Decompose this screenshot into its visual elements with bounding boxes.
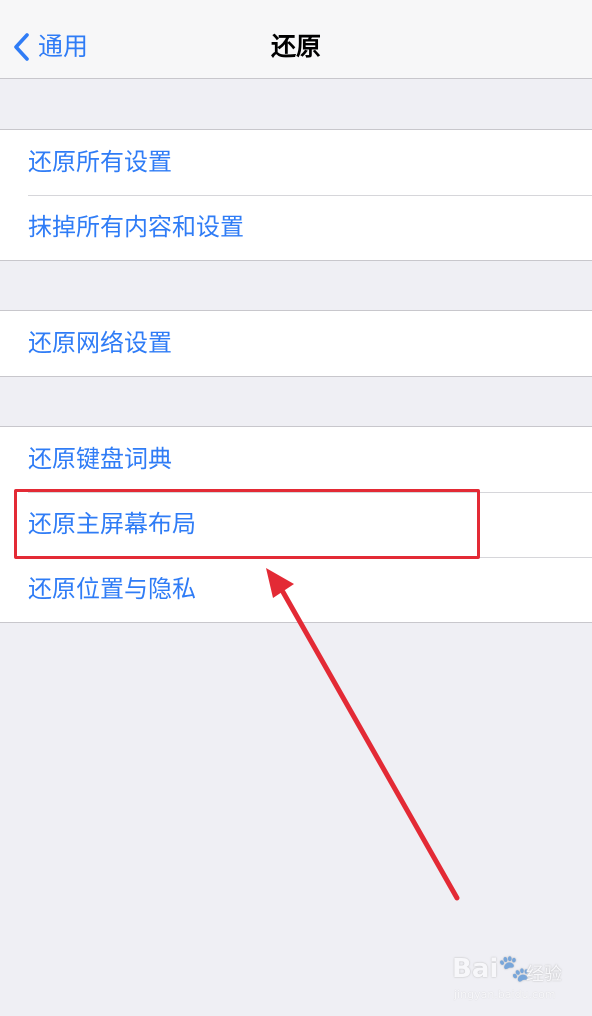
annotation-arrow-icon	[266, 568, 460, 901]
baidu-watermark: Bai🐾 经验 jingyan.baidu.com	[452, 950, 582, 1006]
watermark-text: 经验	[526, 964, 562, 985]
reset-settings-screen: 通用 还原 还原所有设置 抹掉所有内容和设置 还原网络设置 还原键盘词典 还原主…	[0, 0, 592, 1016]
watermark-url: jingyan.baidu.com	[454, 988, 556, 1001]
watermark-logo: Bai🐾	[452, 954, 531, 984]
